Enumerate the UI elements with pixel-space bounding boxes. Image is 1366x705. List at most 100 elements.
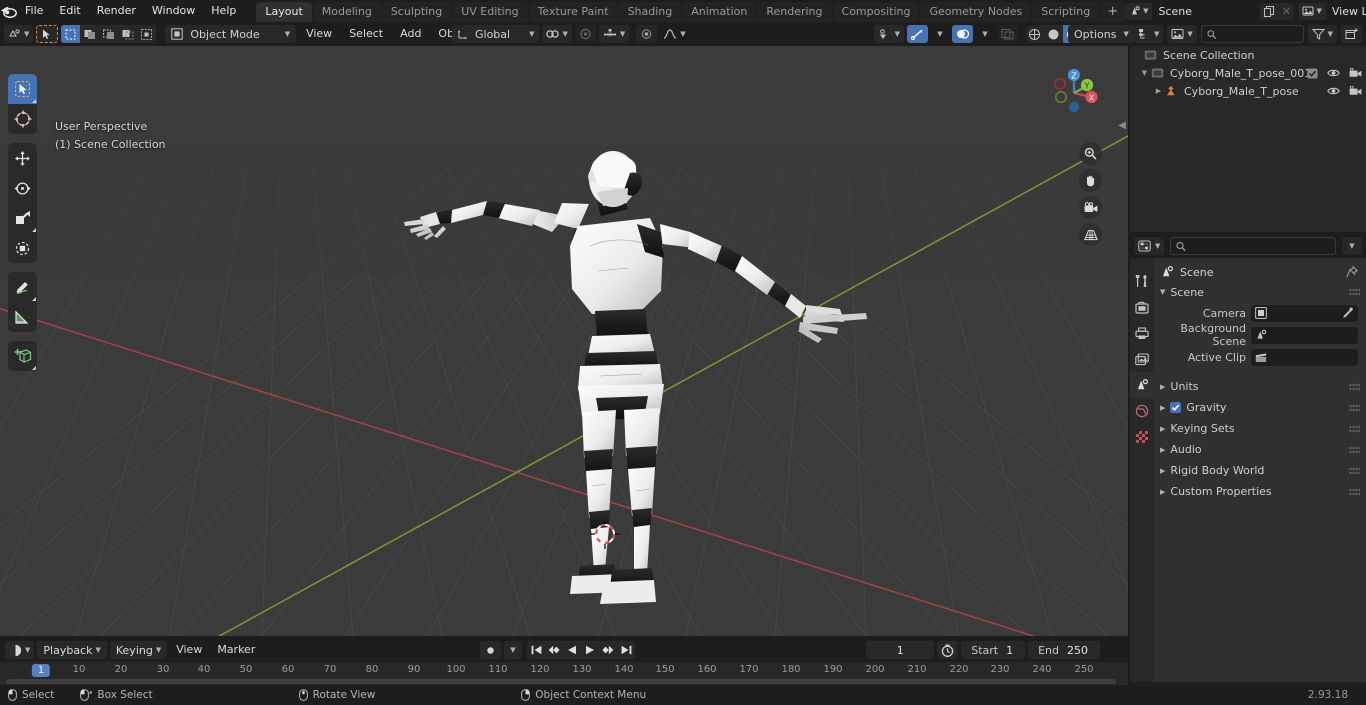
hand-icon[interactable] bbox=[1079, 169, 1102, 192]
chevron-right-icon[interactable]: ▶ bbox=[1160, 446, 1165, 454]
select-invert-icon[interactable] bbox=[118, 25, 137, 43]
timeline-view-menu[interactable]: View bbox=[170, 641, 208, 659]
playback-menu[interactable]: Playback ▼ bbox=[37, 641, 107, 659]
custom-properties-section[interactable]: ▶ Custom Properties bbox=[1154, 481, 1366, 502]
new-collection-button[interactable] bbox=[1341, 25, 1362, 43]
outliner-row-scene-collection[interactable]: Scene Collection bbox=[1130, 46, 1366, 64]
camera-icon[interactable] bbox=[1079, 196, 1102, 219]
tab-animation[interactable]: Animation bbox=[682, 2, 757, 22]
outliner-search-input[interactable] bbox=[1220, 27, 1298, 41]
rigid-body-world-section[interactable]: ▶ Rigid Body World bbox=[1154, 460, 1366, 481]
playhead[interactable]: 1 bbox=[31, 664, 51, 677]
sidebar-collapse-icon[interactable]: ◀ bbox=[1118, 120, 1126, 131]
chevron-down-icon[interactable]: ▼ bbox=[1160, 288, 1165, 296]
properties-tab-texture[interactable] bbox=[1130, 424, 1154, 450]
menu-render[interactable]: Render bbox=[89, 2, 144, 20]
timeline-ruler[interactable]: 1 10 20 30 40 50 60 70 80 90 100 110 120… bbox=[0, 662, 1128, 679]
timeline-editor-type-button[interactable]: ▼ bbox=[5, 641, 35, 659]
menu-edit[interactable]: Edit bbox=[51, 2, 88, 20]
checkbox-icon[interactable] bbox=[1307, 68, 1318, 79]
camera-render-icon[interactable] bbox=[1349, 68, 1362, 78]
eye-icon[interactable] bbox=[1327, 86, 1340, 96]
properties-search-box[interactable] bbox=[1170, 237, 1336, 255]
properties-tab-scene[interactable] bbox=[1130, 372, 1154, 398]
snap-increments-button[interactable]: ▼ bbox=[598, 25, 630, 43]
chevron-down-icon[interactable]: ▼ bbox=[1138, 69, 1151, 77]
outliner-tree[interactable]: Scene Collection ▼ Cyborg_Male_T_pose_00… bbox=[1130, 46, 1366, 100]
viewport-menu-view[interactable]: View bbox=[299, 25, 339, 43]
auto-keying-options-dropdown[interactable]: ▼ bbox=[504, 641, 522, 659]
active-clip-field[interactable] bbox=[1251, 348, 1358, 366]
view-layer-name[interactable]: View Layer bbox=[1325, 2, 1366, 20]
tab-layout[interactable]: Layout bbox=[256, 2, 312, 22]
editor-type-button[interactable]: ▼ bbox=[4, 25, 34, 43]
chevron-right-icon[interactable]: ▶ bbox=[1160, 425, 1165, 433]
tab-uv-editing[interactable]: UV Editing bbox=[452, 2, 528, 22]
outliner-row-cyborg-object[interactable]: ▶ Cyborg_Male_T_pose bbox=[1130, 82, 1366, 100]
tweak-mode-indicator[interactable] bbox=[36, 25, 59, 43]
tab-sculpting[interactable]: Sculpting bbox=[381, 2, 452, 22]
play-reverse-button[interactable] bbox=[563, 641, 581, 659]
zoom-icon[interactable] bbox=[1079, 142, 1102, 165]
outliner-editor-type-button[interactable]: ▼ bbox=[1134, 25, 1164, 43]
menu-help[interactable]: Help bbox=[203, 2, 244, 20]
background-scene-field[interactable] bbox=[1251, 326, 1358, 344]
play-button[interactable] bbox=[581, 641, 599, 659]
gravity-checkbox[interactable] bbox=[1170, 402, 1182, 413]
use-preview-range-button[interactable] bbox=[937, 641, 959, 659]
tool-move[interactable] bbox=[8, 143, 37, 173]
end-frame-field[interactable]: End 250 bbox=[1028, 641, 1100, 659]
scene-datablock[interactable]: ▼ Scene ✕ bbox=[1125, 2, 1295, 20]
camera-render-icon[interactable] bbox=[1349, 86, 1362, 96]
chevron-right-icon[interactable]: ▶ bbox=[1160, 488, 1165, 496]
properties-editor-type-button[interactable]: ▼ bbox=[1134, 237, 1165, 255]
properties-tab-render[interactable] bbox=[1130, 294, 1154, 320]
properties-tab-tool[interactable] bbox=[1130, 268, 1154, 294]
camera-field[interactable] bbox=[1251, 304, 1358, 322]
mode-selector[interactable]: Object Mode ▼ bbox=[165, 25, 297, 43]
keying-sets-section[interactable]: ▶ Keying Sets bbox=[1154, 418, 1366, 439]
tab-compositing[interactable]: Compositing bbox=[832, 2, 920, 22]
3d-viewport[interactable]: User Perspective (1) Scene Collection ◀ … bbox=[0, 46, 1128, 636]
viewport-menu-add[interactable]: Add bbox=[393, 25, 428, 43]
select-intersect-icon[interactable] bbox=[137, 25, 156, 43]
menu-file[interactable]: File bbox=[17, 2, 51, 20]
select-mode-group[interactable] bbox=[61, 25, 157, 43]
proportional-edit-button[interactable] bbox=[574, 25, 596, 43]
tab-scripting[interactable]: Scripting bbox=[1032, 2, 1100, 22]
scene-name[interactable]: Scene bbox=[1152, 2, 1261, 20]
timeline-marker-menu[interactable]: Marker bbox=[211, 641, 261, 659]
select-extend-icon[interactable] bbox=[80, 25, 99, 43]
gravity-section[interactable]: ▶ Gravity bbox=[1154, 397, 1366, 418]
current-frame-field[interactable]: 1 bbox=[866, 641, 935, 659]
select-subtract-icon[interactable] bbox=[99, 25, 118, 43]
copy-scene-button[interactable] bbox=[1260, 2, 1279, 20]
view-layer-datablock[interactable]: ▼ View Layer ✕ bbox=[1298, 2, 1366, 20]
units-section[interactable]: ▶ Units bbox=[1154, 376, 1366, 397]
xray-toggle-button[interactable] bbox=[997, 25, 1018, 43]
properties-tab-world[interactable] bbox=[1130, 398, 1154, 424]
jump-to-end-button[interactable] bbox=[617, 641, 635, 659]
jump-to-start-button[interactable] bbox=[527, 641, 545, 659]
tool-rotate[interactable] bbox=[8, 173, 37, 203]
eyedropper-icon[interactable] bbox=[1342, 307, 1354, 319]
outliner-display-mode-button[interactable]: ▼ bbox=[1167, 25, 1197, 43]
properties-search-input[interactable] bbox=[1190, 239, 1330, 253]
properties-options-dropdown[interactable]: ▼ bbox=[1342, 237, 1362, 255]
visibility-filter-button[interactable]: ▼ bbox=[873, 25, 904, 43]
chevron-right-icon[interactable]: ▶ bbox=[1160, 383, 1165, 391]
timeline-editor[interactable]: ▼ Playback ▼ Keying ▼ View Marker ▼ 1 St… bbox=[0, 638, 1128, 685]
grid-perspective-icon[interactable] bbox=[1079, 223, 1102, 246]
viewport-scene[interactable] bbox=[0, 46, 1128, 636]
viewport-menu-select[interactable]: Select bbox=[342, 25, 390, 43]
blender-logo-icon[interactable] bbox=[0, 0, 17, 22]
transform-orientation-dropdown[interactable]: Global ▼ bbox=[452, 25, 540, 43]
transport-controls[interactable] bbox=[527, 641, 635, 659]
outliner-row-cyborg-collection[interactable]: ▼ Cyborg_Male_T_pose_001 bbox=[1130, 64, 1366, 82]
properties-tab-output[interactable] bbox=[1130, 320, 1154, 346]
pin-icon[interactable] bbox=[1346, 266, 1358, 278]
keying-menu[interactable]: Keying ▼ bbox=[109, 641, 168, 659]
tool-annotate[interactable] bbox=[8, 272, 37, 302]
tool-tweak[interactable] bbox=[8, 74, 37, 104]
properties-tab-view-layer[interactable] bbox=[1130, 346, 1154, 372]
